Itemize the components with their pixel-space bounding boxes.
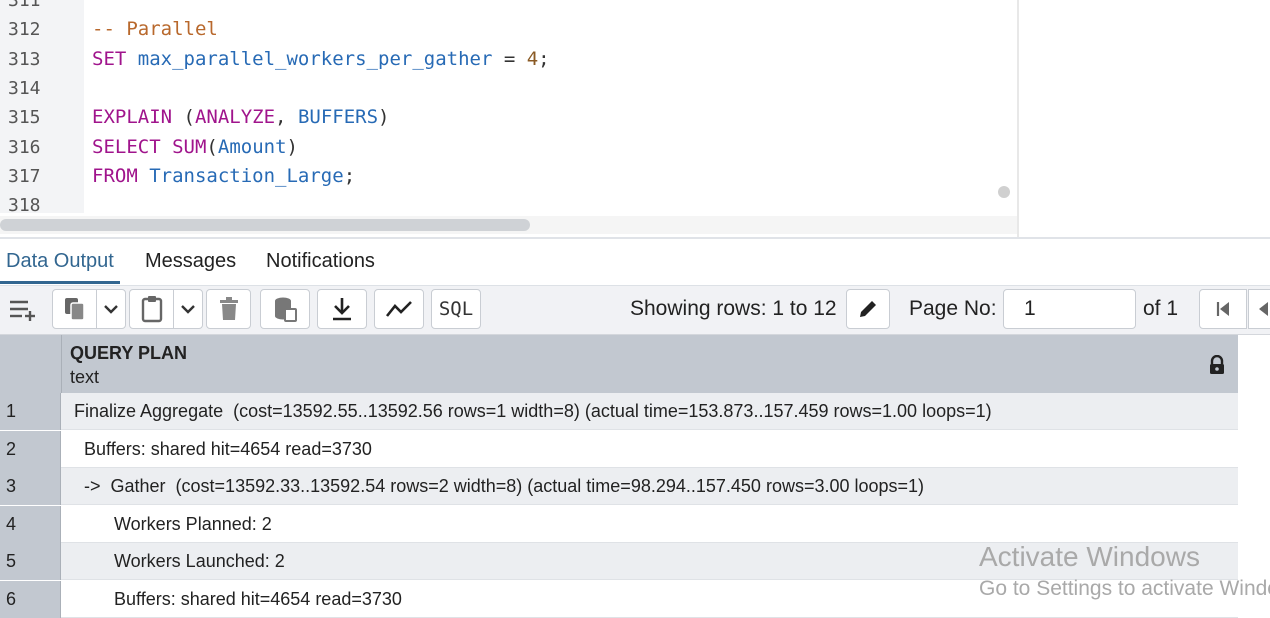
edit-rows-button[interactable] [846,289,890,329]
paste-button[interactable] [129,289,174,329]
results-tabs: Data Output Messages Notifications [0,239,1270,286]
lock-icon [1210,355,1224,374]
right-side-panel [1017,0,1270,238]
code-token: Amount [217,135,287,158]
page-number-input[interactable] [1003,289,1136,329]
data-output-grid: QUERY PLAN text 1 Finalize Aggregate (cos… [0,335,1270,618]
save-data-button[interactable] [260,289,310,329]
code-line[interactable]: FROM Transaction_Large; [92,162,355,191]
delete-button[interactable] [206,289,251,329]
download-button[interactable] [317,289,367,329]
copy-options-dropdown[interactable] [96,289,126,329]
query-plan-cell[interactable]: Buffers: shared hit=4654 read=3730 [74,431,372,468]
table-row[interactable]: 4 Workers Planned: 2 [0,505,1238,543]
code-token: SET [92,47,127,70]
code-token: 4 [526,47,539,70]
code-line[interactable]: EXPLAIN (ANALYZE, BUFFERS) [92,103,389,132]
code-token: FROM [92,164,138,187]
line-number: 314 [8,77,41,99]
code-area[interactable]: -- Parallel SET max_parallel_workers_per_… [84,0,992,213]
line-number: 313 [8,48,41,70]
code-token: EXPLAIN [92,106,173,129]
clipboard-icon [141,296,162,323]
table-row[interactable]: 1 Finalize Aggregate (cost=13592.55..1359… [0,393,1238,430]
first-page-icon [1216,302,1229,316]
line-number: 312 [8,19,41,41]
graph-visualiser-button[interactable] [374,289,424,329]
database-save-icon [275,297,297,322]
query-plan-cell[interactable]: Workers Planned: 2 [74,506,272,543]
showing-rows-label: Showing rows: 1 to 12 [630,297,837,320]
code-line[interactable]: SET max_parallel_workers_per_gather = 4; [92,45,550,74]
total-pages-label: of 1 [1143,297,1179,320]
column-header-title[interactable]: QUERY PLAN [70,343,187,364]
query-plan-cell[interactable]: Workers Launched: 2 [74,543,285,580]
editor-vertical-scrollbar[interactable] [998,186,1010,198]
row-number[interactable]: 3 [0,468,61,505]
add-row-icon [10,300,35,321]
results-toolbar: SQL Showing rows: 1 to 12 Page No: of 1 [0,286,1270,335]
code-token: Transaction_Large [149,164,344,187]
table-row[interactable]: 3 -> Gather (cost=13592.33..13592.54 row… [0,468,1238,505]
first-page-button[interactable] [1199,289,1247,329]
line-chart-icon [385,301,412,317]
column-header-row: QUERY PLAN text [0,335,1238,393]
trash-icon [219,297,238,320]
row-number[interactable]: 1 [0,393,61,430]
previous-page-button[interactable] [1248,289,1270,329]
code-token: ( [172,106,195,129]
line-number: 317 [8,165,41,187]
code-token: ANALYZE [194,106,276,129]
page-no-label: Page No: [909,297,997,320]
copy-icon [64,298,85,321]
sql-button[interactable]: SQL [431,289,481,329]
copy-button[interactable] [52,289,97,329]
query-plan-cell[interactable]: -> Gather (cost=13592.33..13592.54 rows=… [74,468,924,505]
editor-horizontal-scrollbar[interactable] [0,219,530,231]
row-number[interactable]: 2 [0,430,61,468]
code-token: BUFFERS [297,106,379,129]
add-row-button[interactable] [0,289,46,329]
line-number: 315 [8,107,41,129]
table-row[interactable]: 5 Workers Launched: 2 [0,543,1238,580]
code-token: ; [538,47,550,70]
tab-data-output[interactable]: Data Output [0,239,120,284]
code-token: SUM [172,135,207,158]
code-token: max_parallel_workers_per_gather [137,47,493,70]
line-number-gutter: 311 312 313 314 315 316 317 318 [0,0,84,216]
previous-page-icon [1259,302,1268,316]
query-plan-cell[interactable]: Finalize Aggregate (cost=13592.55..13592… [74,393,992,430]
chevron-down-icon [104,305,118,314]
table-row[interactable]: 6 Buffers: shared hit=4654 read=3730 [0,580,1238,618]
select-all-corner[interactable] [0,335,62,393]
row-number[interactable]: 4 [0,505,61,543]
download-icon [333,298,351,321]
line-number: 316 [8,136,41,158]
code-token: -- Parallel [92,18,218,41]
code-line[interactable]: SELECT SUM(Amount) [92,133,298,162]
code-token: , [275,106,298,129]
code-token: SELECT [92,135,161,158]
code-token: ) [286,135,298,158]
pencil-icon [860,301,876,317]
row-number[interactable]: 5 [0,543,61,580]
chevron-down-icon [181,305,195,314]
tab-notifications[interactable]: Notifications [260,239,381,283]
code-token: ; [343,164,356,187]
code-line[interactable]: -- Parallel [92,15,218,44]
code-token: ) [378,106,390,129]
sql-editor[interactable]: 311 312 313 314 315 316 317 318 -- Parallel SET … [0,0,1017,238]
table-row[interactable]: 2 Buffers: shared hit=4654 read=3730 [0,430,1238,468]
paste-options-dropdown[interactable] [173,289,203,329]
column-header-type: text [70,367,100,387]
query-plan-cell[interactable]: Buffers: shared hit=4654 read=3730 [74,581,402,618]
row-number[interactable]: 6 [0,580,61,618]
line-number: 311 [8,0,41,11]
tab-messages[interactable]: Messages [139,239,242,283]
code-token: = [492,47,527,70]
code-token: ( [206,135,218,158]
